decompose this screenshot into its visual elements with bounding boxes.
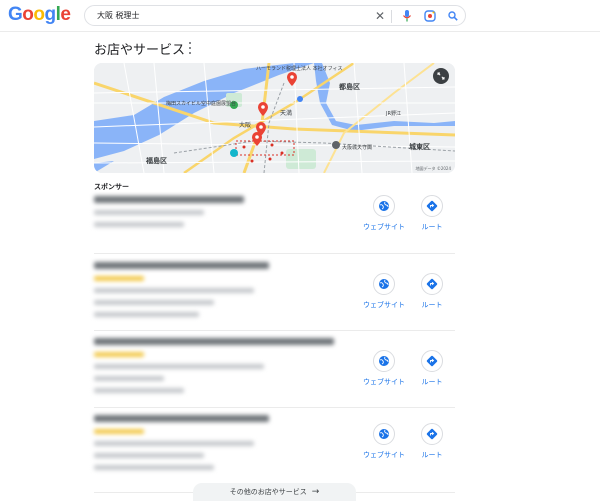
- map-canvas[interactable]: 大阪 天満 都島区 福島区 城東区 大阪城天守閣 ハーモランド税理士法人 本社オ…: [94, 63, 455, 173]
- route-button[interactable]: ルート: [408, 350, 456, 387]
- more-places-label: その他のお店やサービス: [229, 488, 307, 496]
- map-label-umeda-sky: 梅田スカイビル空中庭園展望台: [166, 100, 236, 107]
- website-button[interactable]: ウェブサイト: [360, 273, 408, 310]
- globe-icon: [373, 195, 395, 217]
- result-divider: [94, 407, 455, 408]
- result-divider: [94, 330, 455, 331]
- search-divider: [391, 10, 392, 23]
- clear-icon[interactable]: ✕: [372, 8, 388, 24]
- directions-icon: [421, 273, 443, 295]
- globe-icon: [373, 273, 395, 295]
- microphone-icon[interactable]: [399, 8, 415, 24]
- more-options-icon[interactable]: [188, 42, 192, 54]
- result-actions-1: ウェブサイト ルート: [360, 195, 470, 235]
- map-label-joto: 城東区: [409, 142, 430, 151]
- route-button[interactable]: ルート: [408, 273, 456, 310]
- arrow-right-icon: →: [311, 487, 320, 497]
- blurred-listing-2[interactable]: [94, 262, 294, 324]
- globe-icon: [373, 423, 395, 445]
- website-button[interactable]: ウェブサイト: [360, 195, 408, 232]
- result-actions-2: ウェブサイト ルート: [360, 273, 470, 313]
- result-actions-4: ウェブサイト ルート: [360, 423, 470, 463]
- map-label-tenma: 天満: [280, 109, 292, 117]
- map-label-miyakojima: 都島区: [338, 82, 360, 91]
- header: Google 大阪 税理士 ✕: [0, 0, 600, 32]
- map-label-fukushima: 福島区: [145, 156, 167, 165]
- google-logo[interactable]: Google: [8, 4, 71, 26]
- search-icon[interactable]: [445, 8, 461, 24]
- sponsored-label: スポンサー: [94, 183, 129, 191]
- result-divider: [94, 253, 455, 254]
- map-label-jr-noe: JR野江: [385, 110, 401, 117]
- directions-icon: [421, 350, 443, 372]
- directions-icon: [421, 195, 443, 217]
- directions-icon: [421, 423, 443, 445]
- search-input[interactable]: 大阪 税理士: [97, 10, 140, 21]
- map-label-osaka-castle: 大阪城天守閣: [342, 144, 372, 151]
- section-title: お店やサービス: [94, 43, 186, 58]
- website-button[interactable]: ウェブサイト: [360, 423, 408, 460]
- route-button[interactable]: ルート: [408, 195, 456, 232]
- more-places-button[interactable]: その他のお店やサービス →: [193, 483, 356, 501]
- result-actions-3: ウェブサイト ルート: [360, 350, 470, 390]
- globe-icon: [373, 350, 395, 372]
- map-label-office: ハーモランド税理士法人 本社オフィス: [256, 65, 343, 72]
- website-button[interactable]: ウェブサイト: [360, 350, 408, 387]
- local-map[interactable]: 大阪 天満 都島区 福島区 城東区 大阪城天守閣 ハーモランド税理士法人 本社オ…: [94, 63, 455, 173]
- lens-icon[interactable]: [422, 8, 438, 24]
- map-label-osaka: 大阪: [239, 121, 251, 129]
- blurred-listing-4[interactable]: [94, 415, 294, 477]
- blurred-listing-1[interactable]: [94, 196, 254, 234]
- route-button[interactable]: ルート: [408, 423, 456, 460]
- search-box[interactable]: 大阪 税理士 ✕: [84, 5, 466, 26]
- map-attribution: 地図データ ©2024: [415, 166, 451, 171]
- expand-map-icon[interactable]: [433, 68, 449, 84]
- blurred-listing-3[interactable]: [94, 338, 344, 400]
